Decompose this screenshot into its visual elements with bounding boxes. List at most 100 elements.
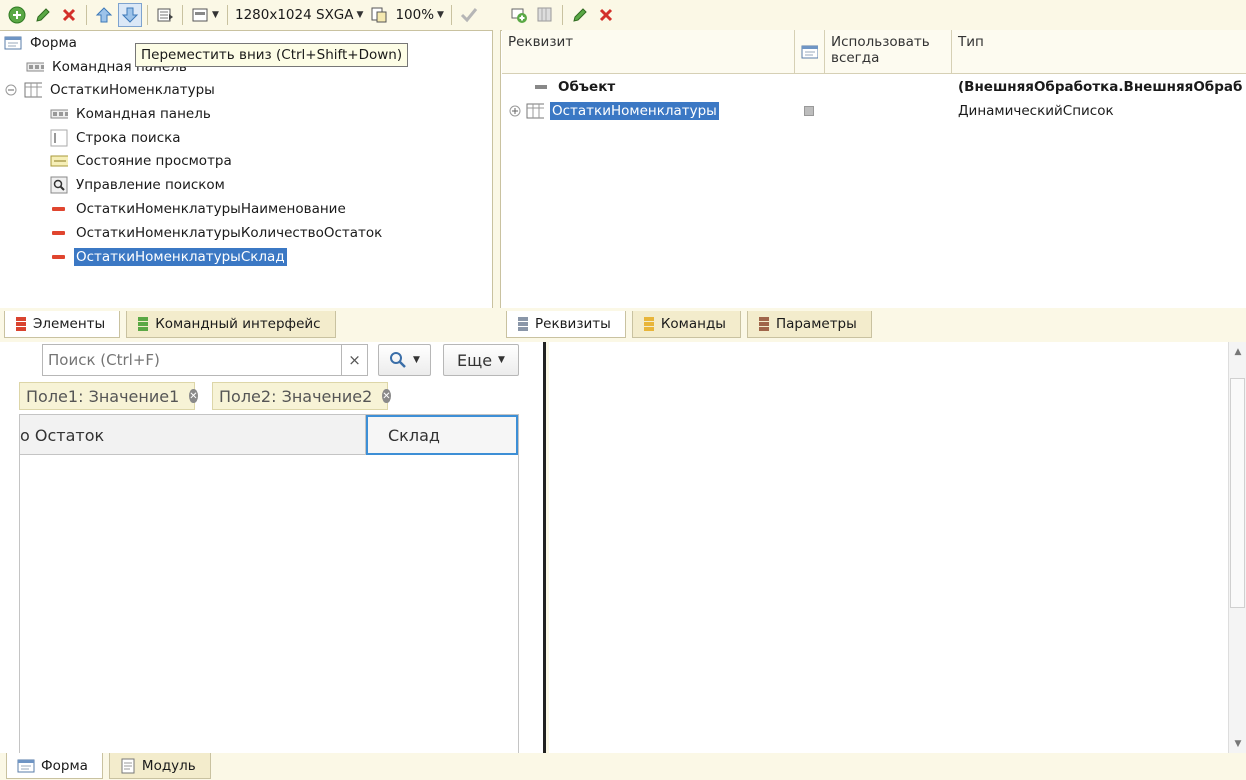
form-preview: × ▼ Еще ▼ Поле1: Значение1 ✕ Поле2: Знач… xyxy=(0,342,546,754)
use-always-icon xyxy=(801,45,818,59)
more-button[interactable]: Еще ▼ xyxy=(443,344,519,376)
layout-dropdown[interactable]: ▼ xyxy=(188,3,222,27)
toolbar-separator xyxy=(450,5,452,25)
remove-filter-icon[interactable]: ✕ xyxy=(189,389,198,403)
tab-form[interactable]: Форма xyxy=(6,753,103,779)
search-input[interactable] xyxy=(43,351,333,369)
chevron-down-icon: ▼ xyxy=(212,10,219,20)
page-setup-button[interactable] xyxy=(367,3,391,27)
page-icon xyxy=(371,7,387,23)
attribute-row-remains[interactable]: ОстаткиНоменклатуры xyxy=(508,100,719,122)
field-icon xyxy=(50,249,68,265)
remains-table[interactable]: о Остаток Склад xyxy=(19,414,519,754)
column-warehouse[interactable]: Склад xyxy=(366,415,518,455)
toolbar-separator xyxy=(86,5,87,25)
plus-icon xyxy=(8,6,26,24)
edit-attribute-button[interactable] xyxy=(568,3,592,27)
remove-filter-icon[interactable]: ✕ xyxy=(382,389,391,403)
delete-button[interactable] xyxy=(57,3,81,27)
check-button[interactable] xyxy=(457,3,481,27)
tree-item-name-field[interactable]: ОстаткиНоменклатурыНаименование xyxy=(50,198,348,220)
resolution-label: 1280x1024 SXGA xyxy=(235,7,354,23)
move-down-button[interactable] xyxy=(118,3,142,27)
scroll-down-icon[interactable]: ▼ xyxy=(1229,734,1246,754)
add-button[interactable] xyxy=(5,3,29,27)
chevron-down-icon: ▼ xyxy=(413,355,420,365)
column-attribute[interactable]: Реквизит xyxy=(502,30,795,74)
column-use-always[interactable]: Использовать всегда xyxy=(825,30,952,74)
expand-toggle-icon[interactable] xyxy=(508,103,522,119)
tab-parameters[interactable]: Параметры xyxy=(746,311,872,338)
column-use-always-icon-cell[interactable] xyxy=(795,30,825,74)
tree-item-remains-table[interactable]: ОстаткиНоменклатуры xyxy=(4,79,217,101)
scroll-thumb[interactable] xyxy=(1230,378,1245,608)
right-tabs: Реквизиты Команды Параметры xyxy=(500,308,1246,338)
command-bar-icon xyxy=(26,59,44,75)
elements-tree-panel: Форма Командная панель ОстаткиНоменклату… xyxy=(0,30,493,310)
attributes-icon xyxy=(517,316,529,332)
form-icon xyxy=(4,35,22,51)
toolbar-separator xyxy=(182,5,183,25)
tab-module[interactable]: Модуль xyxy=(108,753,211,779)
object-icon xyxy=(532,79,550,95)
edit-button[interactable] xyxy=(31,3,55,27)
tree-item-quantity-field[interactable]: ОстаткиНоменклатурыКоличествоОстаток xyxy=(50,222,384,244)
left-toolbar: ▼ 1280x1024 SXGA ▼ 100% ▼ xyxy=(0,0,492,30)
tree-item-view-state[interactable]: Состояние просмотра xyxy=(50,150,234,172)
column-quantity-remains[interactable]: о Остаток xyxy=(20,415,366,455)
toolbar-separator xyxy=(227,5,228,25)
tree-item-search-string[interactable]: Строка поиска xyxy=(50,127,183,149)
filter-chip-field1[interactable]: Поле1: Значение1 ✕ xyxy=(19,382,198,410)
move-up-button[interactable] xyxy=(92,3,116,27)
form-view-button[interactable] xyxy=(153,3,177,27)
tree-item-warehouse-field[interactable]: ОстаткиНоменклатурыСклад xyxy=(50,246,287,268)
add-attribute-button[interactable] xyxy=(507,3,531,27)
field-icon xyxy=(50,225,68,241)
column-type[interactable]: Тип xyxy=(952,30,1246,74)
tab-commands[interactable]: Команды xyxy=(631,311,741,338)
tab-elements[interactable]: Элементы xyxy=(4,311,121,338)
vertical-scrollbar[interactable]: ▲ ▼ xyxy=(1228,342,1246,754)
chevron-down-icon: ▼ xyxy=(356,10,364,20)
scroll-up-icon[interactable]: ▲ xyxy=(1229,342,1246,362)
attribute-row-object[interactable]: Объект xyxy=(532,76,617,98)
search-icon xyxy=(390,352,406,368)
search-string-icon xyxy=(50,129,68,147)
table-header: о Остаток Склад xyxy=(20,415,518,455)
toolbar-separator xyxy=(562,5,563,25)
arrow-down-icon xyxy=(121,7,139,23)
delete-attribute-button[interactable] xyxy=(594,3,618,27)
properties-area: ▲ ▼ xyxy=(549,342,1246,754)
elements-icon xyxy=(15,316,27,332)
search-field[interactable]: × xyxy=(42,344,368,376)
tree-item-table-command-bar[interactable]: Командная панель xyxy=(50,103,213,125)
tab-attributes[interactable]: Реквизиты xyxy=(506,311,626,338)
list-view-icon xyxy=(157,8,173,22)
pencil-icon xyxy=(36,8,50,22)
tree-item-form[interactable]: Форма xyxy=(4,32,79,54)
table-icon xyxy=(526,103,544,119)
add-column-button[interactable] xyxy=(533,3,557,27)
tab-command-interface[interactable]: Командный интерфейс xyxy=(126,311,336,338)
command-bar-icon xyxy=(50,106,68,122)
add-attribute-icon xyxy=(511,8,527,23)
clear-search-button[interactable]: × xyxy=(341,345,367,375)
view-state-icon xyxy=(50,153,68,169)
right-toolbar xyxy=(502,0,1246,30)
filter-chip-field2[interactable]: Поле2: Значение2 ✕ xyxy=(212,382,391,410)
resolution-dropdown[interactable]: 1280x1024 SXGA ▼ xyxy=(232,7,366,23)
bottom-tabs: Форма Модуль xyxy=(0,753,1246,780)
use-always-checkbox[interactable] xyxy=(804,106,814,116)
search-control-icon xyxy=(50,176,68,194)
zoom-dropdown[interactable]: 100% ▼ xyxy=(392,7,447,23)
search-options-button[interactable]: ▼ xyxy=(378,344,431,376)
toolbar-separator xyxy=(147,5,148,25)
attribute-row-object-type: (ВнешняяОбработка.ВнешняяОбраб... xyxy=(958,79,1242,95)
module-icon xyxy=(120,758,136,774)
form-icon xyxy=(17,758,35,774)
chevron-down-icon: ▼ xyxy=(498,355,505,365)
tooltip: Переместить вниз (Ctrl+Shift+Down) xyxy=(135,43,409,67)
zoom-label: 100% xyxy=(395,7,435,23)
collapse-toggle-icon[interactable] xyxy=(4,82,18,98)
tree-item-search-control[interactable]: Управление поиском xyxy=(50,174,227,196)
